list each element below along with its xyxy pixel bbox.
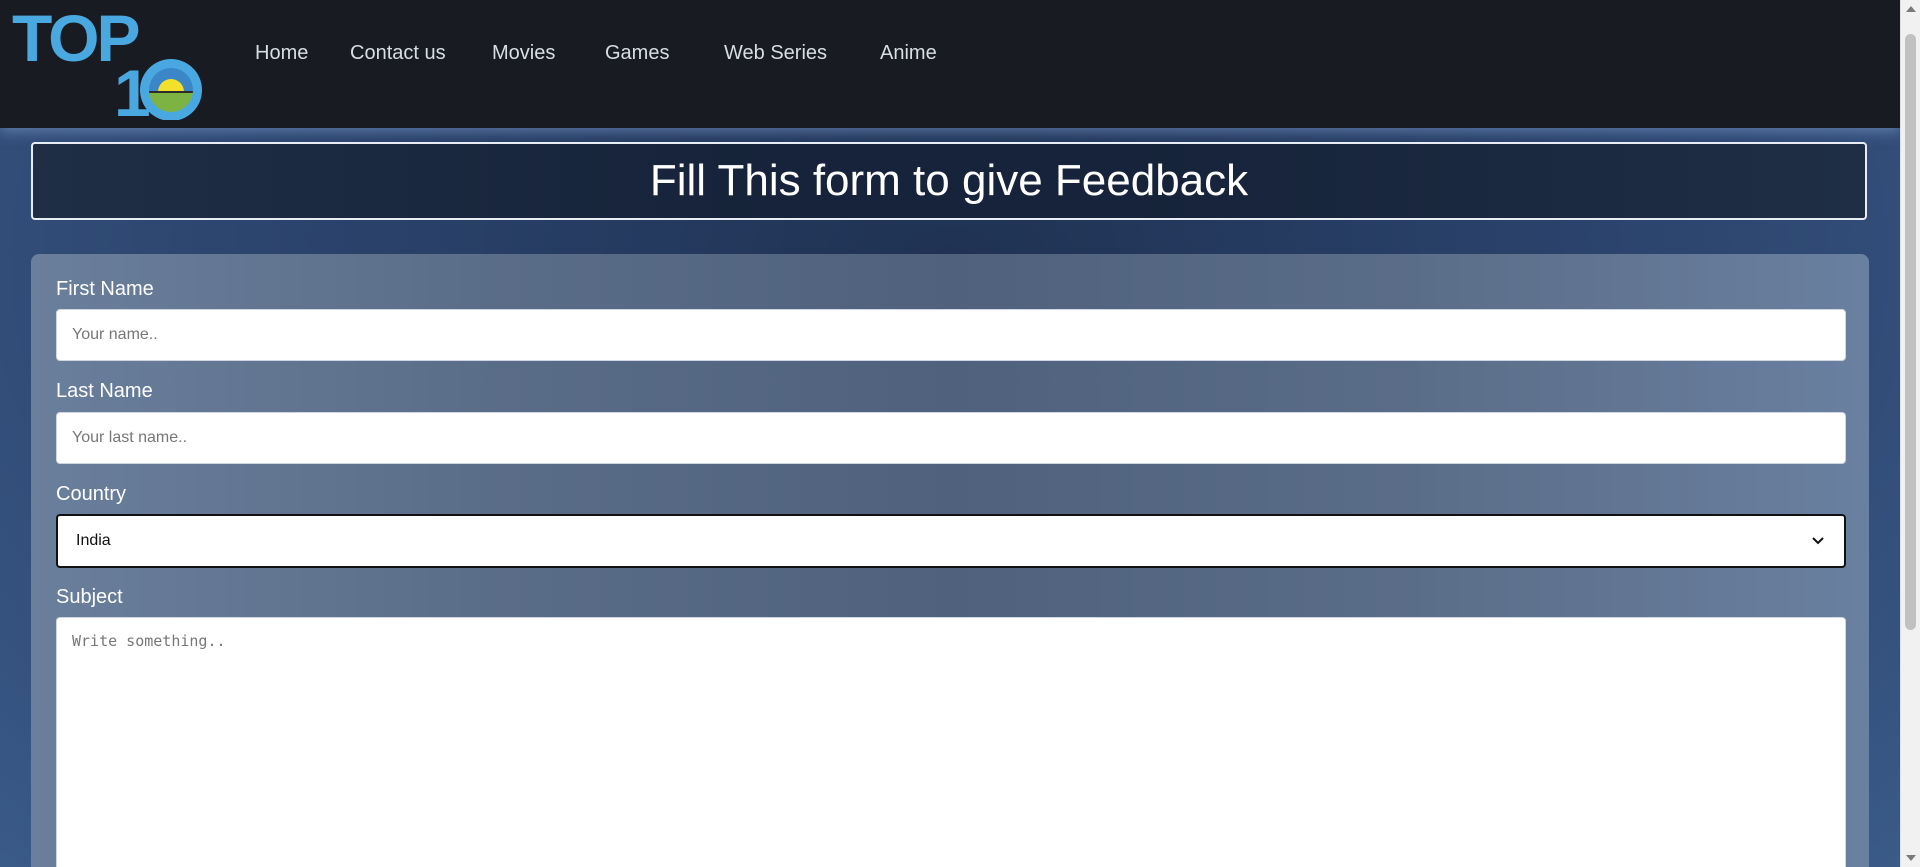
last-name-input[interactable]	[56, 412, 1846, 464]
page-title: Fill This form to give Feedback	[649, 156, 1249, 205]
nav-link-contact-us[interactable]: Contact us	[350, 42, 446, 65]
country-selected-value: India	[76, 532, 111, 549]
top-navigation-bar: TOP 1 Home Contact us Movies Games Web S…	[0, 0, 1900, 130]
site-logo[interactable]: TOP 1	[12, 1, 212, 130]
page-viewport: TOP 1 Home Contact us Movies Games Web S…	[0, 0, 1900, 867]
sun-horizon-zero-icon	[140, 59, 202, 121]
scrollbar-thumb[interactable]	[1905, 34, 1916, 630]
feedback-form: First Name Last Name Country India Subje…	[31, 254, 1869, 867]
chevron-down-icon	[1810, 533, 1826, 549]
vertical-scrollbar[interactable]	[1900, 0, 1920, 867]
first-name-input[interactable]	[56, 309, 1846, 361]
page-title-banner: Fill This form to give Feedback	[31, 142, 1867, 220]
nav-link-web-series[interactable]: Web Series	[724, 42, 827, 65]
subject-textarea[interactable]	[56, 617, 1846, 867]
nav-link-anime[interactable]: Anime	[880, 42, 937, 65]
nav-link-home[interactable]: Home	[255, 42, 308, 65]
country-select[interactable]: India	[56, 514, 1846, 568]
top10-logo-icon: TOP 1	[12, 1, 202, 130]
last-name-label: Last Name	[56, 380, 153, 402]
nav-link-games[interactable]: Games	[605, 42, 669, 65]
country-label: Country	[56, 483, 127, 505]
scroll-down-arrow-icon[interactable]	[1901, 849, 1920, 867]
first-name-label: First Name	[56, 278, 154, 300]
nav-link-movies[interactable]: Movies	[492, 42, 555, 65]
subject-label: Subject	[56, 586, 123, 608]
scroll-up-arrow-icon[interactable]	[1901, 0, 1920, 18]
